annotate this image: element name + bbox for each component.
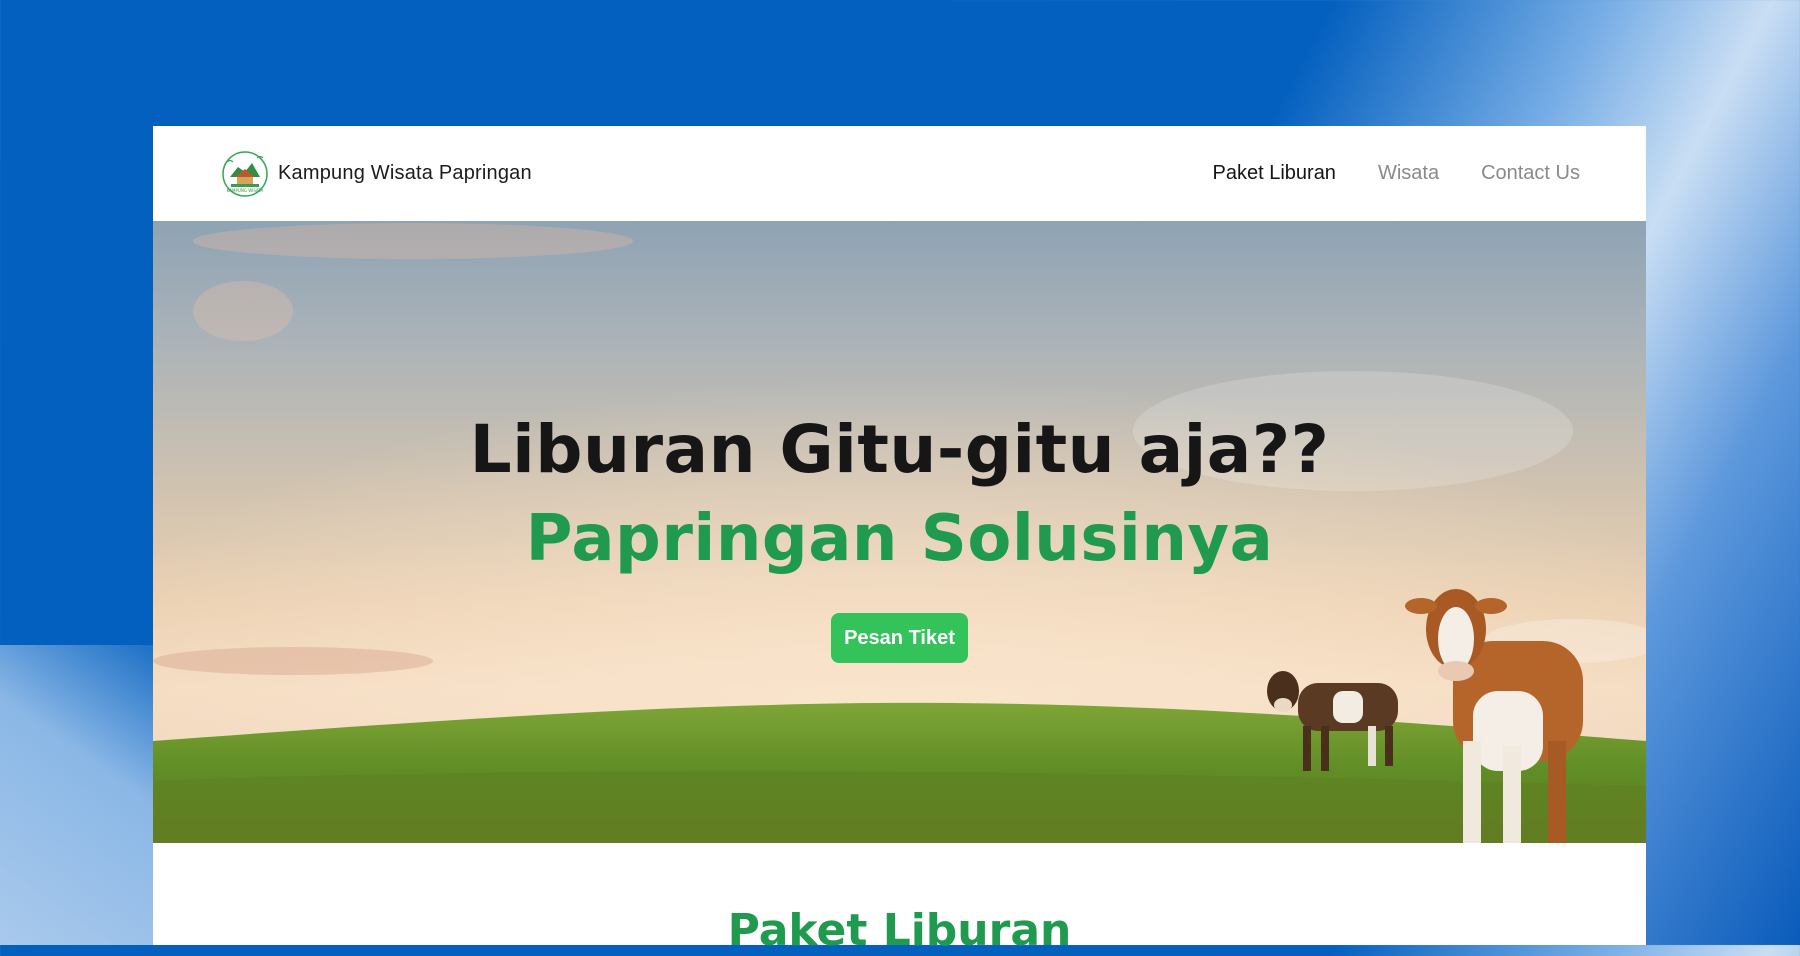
logo-icon: KAMPUNG WISATA xyxy=(222,150,268,197)
pesan-tiket-button[interactable]: Pesan Tiket xyxy=(831,613,968,663)
svg-text:KAMPUNG WISATA: KAMPUNG WISATA xyxy=(227,188,264,193)
section-title-paket-liburan: Paket Liburan xyxy=(727,905,1072,956)
nav-link-contact-us[interactable]: Contact Us xyxy=(1481,162,1580,185)
nav-link-wisata[interactable]: Wisata xyxy=(1378,162,1439,185)
brand[interactable]: KAMPUNG WISATA Kampung Wisata Papringan xyxy=(221,150,532,198)
browser-window: KAMPUNG WISATA Kampung Wisata Papringan … xyxy=(153,126,1646,945)
hero-subtitle: Papringan Solusinya xyxy=(525,502,1274,576)
nav-link-paket-liburan[interactable]: Paket Liburan xyxy=(1213,162,1336,185)
brand-name: Kampung Wisata Papringan xyxy=(278,162,532,184)
nav-links: Paket Liburan Wisata Contact Us xyxy=(1213,162,1580,185)
hero-title: Liburan Gitu-gitu aja?? xyxy=(469,411,1330,488)
hero-section: Liburan Gitu-gitu aja?? Papringan Solusi… xyxy=(153,221,1646,843)
navbar: KAMPUNG WISATA Kampung Wisata Papringan … xyxy=(153,126,1646,221)
hero-content: Liburan Gitu-gitu aja?? Papringan Solusi… xyxy=(153,411,1646,663)
